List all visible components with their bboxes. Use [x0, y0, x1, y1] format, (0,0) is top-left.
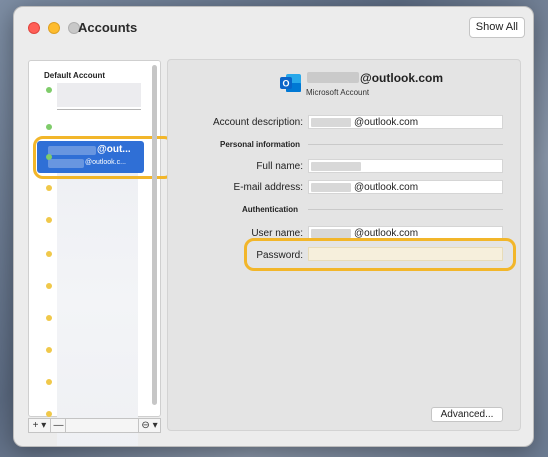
personal-information-heading: Personal information [220, 140, 301, 149]
accounts-window: Accounts Show All Default Account @out..… [13, 6, 534, 447]
account-description-value: @outlook.com [354, 117, 419, 128]
section-divider [308, 209, 503, 210]
redacted-account-entry[interactable] [57, 83, 141, 107]
status-dot-yellow [46, 315, 52, 321]
advanced-button[interactable]: Advanced... [431, 407, 503, 422]
email-address-label: E-mail address: [233, 182, 303, 193]
status-dot-green [46, 154, 52, 160]
sidebar-scrollbar[interactable] [152, 65, 157, 405]
status-dot-yellow [46, 185, 52, 191]
section-divider [308, 144, 503, 145]
redacted-text [311, 229, 351, 238]
show-all-button[interactable]: Show All [468, 17, 525, 38]
sidebar-divider [57, 109, 141, 110]
redacted-text [311, 118, 351, 127]
sidebar-toolbar: + ▾ — ⊖ ▾ [28, 418, 161, 433]
full-name-field[interactable] [308, 159, 503, 173]
add-account-button[interactable]: + ▾ [29, 419, 51, 432]
redacted-header-name [307, 72, 359, 83]
window-title: Accounts [78, 20, 138, 35]
remove-account-button[interactable]: — [52, 419, 66, 432]
status-dot-yellow [46, 379, 52, 385]
default-account-heading: Default Account [44, 71, 106, 80]
minimize-window-button[interactable] [48, 22, 60, 34]
status-dot-yellow [46, 217, 52, 223]
account-details-panel: O @outlook.com Microsoft Account Account… [167, 59, 521, 431]
account-action-menu[interactable]: ⊖ ▾ [138, 419, 160, 432]
full-name-label: Full name: [256, 161, 303, 172]
outlook-logo-icon: O [280, 74, 301, 92]
email-address-value: @outlook.com [354, 182, 419, 193]
account-header-email: @outlook.com [360, 71, 444, 85]
redacted-account-list[interactable] [57, 141, 138, 446]
account-type: Microsoft Account [306, 88, 370, 97]
svg-text:O: O [282, 79, 289, 89]
accounts-sidebar: Default Account @out... @outlook.c... [28, 60, 174, 446]
authentication-heading: Authentication [242, 205, 298, 214]
redacted-text [311, 183, 351, 192]
title-bar: Accounts Show All [14, 7, 533, 47]
highlight-annotation-password [244, 238, 516, 271]
account-description-label: Account description: [212, 117, 303, 128]
account-description-field[interactable]: @outlook.com [308, 115, 503, 129]
status-dot-green [46, 124, 52, 130]
email-address-field[interactable]: @outlook.com [308, 180, 503, 194]
status-dot-yellow [46, 411, 52, 417]
status-dot-yellow [46, 251, 52, 257]
status-dot-green [46, 87, 52, 93]
redacted-text [311, 162, 361, 171]
status-dot-yellow [46, 283, 52, 289]
close-window-button[interactable] [28, 22, 40, 34]
status-dot-yellow [46, 347, 52, 353]
